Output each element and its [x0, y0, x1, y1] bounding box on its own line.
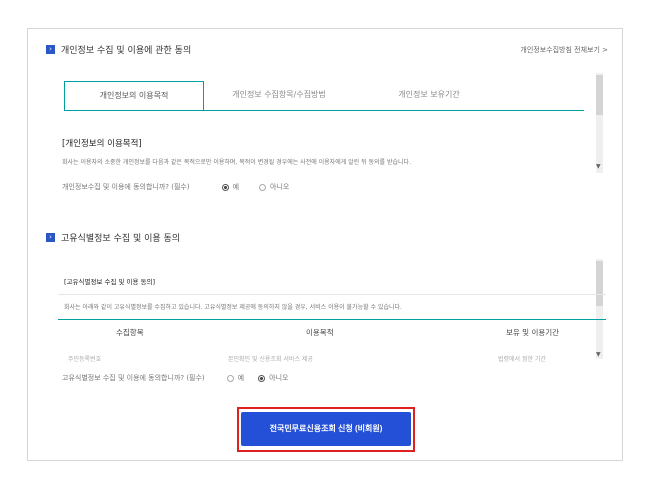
tab-retention[interactable]: 개인정보 보유기간	[369, 81, 489, 111]
radio-checked-icon[interactable]	[221, 183, 229, 191]
tab-underline	[64, 110, 584, 111]
unique-id-content: [고유식별정보 수집 및 이용 동의] 회사는 아래와 같이 고유식별정보를 수…	[58, 259, 606, 363]
privacy-scrollbar-thumb[interactable]	[596, 75, 603, 115]
unique-id-consent-yes[interactable]: 예	[226, 373, 245, 383]
section-privacy-title: 개인정보 수집 및 이용에 관한 동의	[61, 46, 192, 56]
view-all-link[interactable]: 개인정보수집방침 전체보기 >	[520, 45, 608, 55]
unique-id-consent-yes-label: 예	[237, 374, 245, 382]
privacy-consent-no-label: 아니오	[270, 183, 290, 191]
chevron-right-icon: ›	[46, 233, 55, 242]
unique-id-box-text: 회사는 아래와 같이 고유식별정보를 수집하고 있습니다. 고유식별정보 제공에…	[64, 304, 402, 311]
privacy-tabs: 개인정보의 이용목적 개인정보 수집항목/수집방법 개인정보 보유기간	[64, 81, 584, 111]
unique-id-consent-question: 고유식별정보 수집 및 이용에 동의합니까? (필수)	[62, 374, 205, 382]
table-cell-purpose: 본인확인 및 신용조회 서비스 제공	[228, 356, 313, 363]
purpose-title: [개인정보의 이용목적]	[62, 139, 142, 149]
table-header-line	[58, 319, 606, 320]
free-credit-check-button[interactable]: 전국민무료신용조회 신청 (비회원)	[241, 412, 411, 446]
table-cell-items: 주민등록번호	[68, 356, 102, 363]
divider	[58, 294, 606, 295]
privacy-consent-no[interactable]: 아니오	[259, 182, 289, 192]
unique-id-consent-no-label: 아니오	[269, 374, 289, 382]
privacy-scrollbar[interactable]	[596, 73, 603, 173]
consent-panel: › 개인정보 수집 및 이용에 관한 동의 개인정보수집방침 전체보기 > ▼ …	[27, 28, 623, 461]
tab-retention-label: 개인정보 보유기간	[398, 90, 460, 99]
purpose-text: 회사는 이용자의 소중한 개인정보를 다음과 같은 목적으로만 이용하며, 목적…	[62, 159, 411, 166]
privacy-consent-yes-label: 예	[232, 183, 240, 191]
privacy-consent-row: 개인정보수집 및 이용에 동의합니까? (필수) 예 아니오	[62, 182, 289, 192]
section-unique-id-title: 고유식별정보 수집 및 이용 동의	[61, 234, 181, 244]
tab-collected-items-label: 개인정보 수집항목/수집방법	[232, 90, 326, 99]
table-cell-retention: 법령에서 정한 기간	[498, 356, 546, 363]
tab-purpose-label: 개인정보의 이용목적	[99, 91, 169, 100]
chevron-right-icon: ›	[46, 45, 55, 54]
column-header-retention: 보유 및 이용기간	[506, 328, 560, 337]
column-header-items: 수집항목	[116, 328, 144, 337]
column-header-purpose: 이용목적	[306, 328, 334, 337]
section-privacy-header: › 개인정보 수집 및 이용에 관한 동의	[46, 43, 191, 56]
section-unique-id-header: › 고유식별정보 수집 및 이용 동의	[46, 231, 180, 244]
radio-unchecked-icon[interactable]	[259, 183, 267, 191]
radio-unchecked-icon[interactable]	[226, 374, 234, 382]
tab-collected-items[interactable]: 개인정보 수집항목/수집방법	[214, 81, 344, 111]
privacy-consent-question: 개인정보수집 및 이용에 동의합니까? (필수)	[62, 183, 190, 191]
privacy-consent-yes[interactable]: 예	[221, 182, 240, 192]
unique-id-consent-row: 고유식별정보 수집 및 이용에 동의합니까? (필수) 예 아니오	[62, 373, 288, 383]
scroll-down-icon[interactable]: ▼	[596, 163, 601, 170]
radio-checked-icon[interactable]	[258, 374, 266, 382]
unique-id-consent-no[interactable]: 아니오	[258, 373, 288, 383]
tab-purpose[interactable]: 개인정보의 이용목적	[64, 81, 204, 111]
unique-id-box-title: [고유식별정보 수집 및 이용 동의]	[64, 278, 156, 286]
